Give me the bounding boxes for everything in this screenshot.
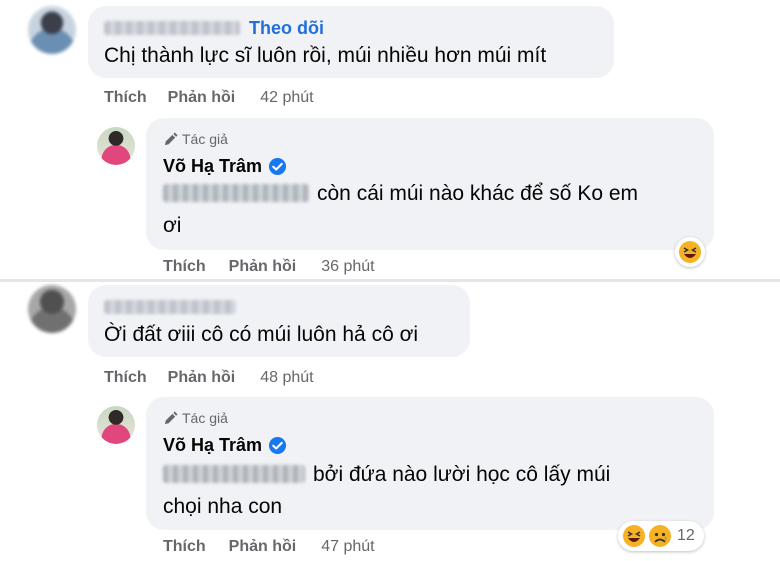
author-avatar[interactable]	[97, 406, 135, 444]
reply-text-line: còn cái múi nào khác để số Ko em	[163, 178, 703, 210]
reply-actions: Thích Phản hồi 47 phút	[163, 538, 375, 556]
reply-button[interactable]: Phản hồi	[168, 369, 236, 387]
reply-bubble: Tác giả Võ Hạ Trâm còn cái múi nào khác …	[146, 118, 714, 250]
verified-badge-icon	[268, 436, 287, 455]
reply-text-line-1: bởi đứa nào lười học cô lấy múi	[313, 463, 611, 486]
author-badge-label: Tác giả	[182, 131, 228, 147]
verified-badge-icon	[268, 157, 287, 176]
author-badge-label: Tác giả	[182, 410, 228, 426]
reaction-count[interactable]: 12	[674, 527, 700, 545]
comment-actions: Thích Phản hồi 48 phút	[104, 369, 314, 387]
reply-button[interactable]: Phản hồi	[229, 258, 297, 276]
like-button[interactable]: Thích	[163, 538, 206, 556]
author-name[interactable]: Võ Hạ Trâm	[163, 435, 287, 456]
laughing-emoji-icon	[679, 241, 701, 263]
author-name-text[interactable]: Võ Hạ Trâm	[163, 435, 262, 456]
sad-emoji-icon	[649, 525, 671, 547]
like-button[interactable]: Thích	[163, 258, 206, 276]
mentioned-name-blurred[interactable]	[163, 465, 305, 483]
separator	[0, 279, 780, 282]
comment-text: Chị thành lực sĩ luôn rồi, múi nhiều hơn…	[104, 44, 547, 67]
reply-button[interactable]: Phản hồi	[168, 89, 236, 107]
reply-text: bởi đứa nào lười học cô lấy múi chọi nha…	[163, 459, 703, 523]
pencil-icon	[164, 131, 178, 145]
reaction-summary[interactable]: 12	[618, 521, 704, 551]
reply-timestamp[interactable]: 47 phút	[321, 538, 374, 556]
commenter-name-blurred[interactable]	[104, 300, 236, 314]
like-button[interactable]: Thích	[104, 89, 147, 107]
author-avatar[interactable]	[97, 127, 135, 165]
comment-bubble: Ời đất ơiii cô có múi luôn hả cô ơi	[88, 285, 470, 357]
pencil-icon	[164, 410, 178, 424]
commenter-avatar[interactable]	[28, 285, 76, 333]
mentioned-name-blurred[interactable]	[163, 184, 309, 202]
reply-text-line-2: ơi	[163, 214, 182, 237]
comment-timestamp[interactable]: 42 phút	[260, 89, 313, 107]
comment-actions: Thích Phản hồi 42 phút	[104, 89, 314, 107]
commenter-avatar[interactable]	[28, 6, 76, 54]
comment-text: Ời đất ơiii cô có múi luôn hả cô ơi	[104, 323, 419, 346]
reply-bubble: Tác giả Võ Hạ Trâm bởi đứa nào lười học …	[146, 397, 714, 530]
comment-bubble: Theo dõi Chị thành lực sĩ luôn rồi, múi …	[88, 6, 614, 78]
commenter-name-blurred[interactable]	[104, 21, 240, 35]
reply-text-line-2: chọi nha con	[163, 495, 283, 518]
reply-text: còn cái múi nào khác để số Ko em ơi	[163, 178, 703, 242]
author-badge: Tác giả	[163, 131, 228, 147]
like-button[interactable]: Thích	[104, 369, 147, 387]
reply-actions: Thích Phản hồi 36 phút	[163, 258, 375, 276]
author-name-text[interactable]: Võ Hạ Trâm	[163, 156, 262, 177]
follow-link[interactable]: Theo dõi	[249, 18, 324, 39]
laughing-emoji-icon	[623, 525, 645, 547]
author-badge: Tác giả	[163, 410, 228, 426]
comment-timestamp[interactable]: 48 phút	[260, 369, 313, 387]
reply-text-line-1: còn cái múi nào khác để số Ko em	[317, 182, 639, 205]
reply-text-line: bởi đứa nào lười học cô lấy múi	[163, 459, 703, 491]
reply-button[interactable]: Phản hồi	[229, 538, 297, 556]
author-name[interactable]: Võ Hạ Trâm	[163, 156, 287, 177]
reaction-summary[interactable]	[675, 237, 705, 267]
reply-timestamp[interactable]: 36 phút	[321, 258, 374, 276]
